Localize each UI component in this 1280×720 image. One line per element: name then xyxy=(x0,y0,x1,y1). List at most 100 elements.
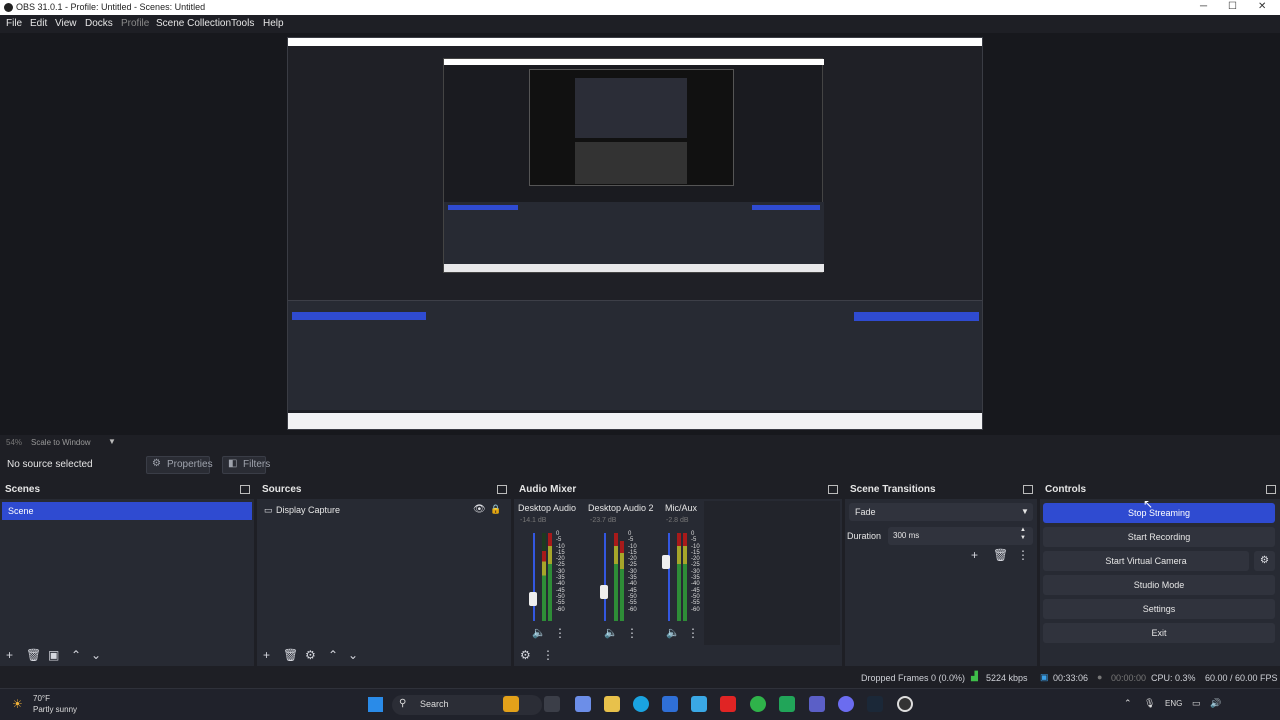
menu-tools[interactable]: Tools xyxy=(231,18,254,29)
app-icon-taskbar[interactable] xyxy=(691,696,707,712)
chrome-icon[interactable] xyxy=(750,696,766,712)
more-icon[interactable]: ⋮ xyxy=(554,627,566,639)
taskbar-search[interactable]: ⚲ Search xyxy=(392,695,542,715)
trash-icon[interactable]: 🗑 xyxy=(26,649,41,661)
speaker-icon[interactable]: 🔈 xyxy=(666,627,680,639)
gear-icon: ⚙ xyxy=(152,458,161,469)
lock-icon[interactable]: 🔒 xyxy=(490,504,501,515)
spin-down-icon[interactable]: ▼ xyxy=(1020,535,1026,541)
settings-button[interactable]: Settings xyxy=(1043,599,1275,619)
menu-file[interactable]: File xyxy=(6,18,22,29)
more-icon[interactable]: ⋮ xyxy=(542,649,554,661)
add-icon[interactable]: + xyxy=(6,649,13,661)
menu-edit[interactable]: Edit xyxy=(30,18,47,29)
duration-input[interactable]: 300 ms ▲ ▼ xyxy=(888,527,1033,545)
volume-fader[interactable] xyxy=(662,555,670,570)
speaker-icon[interactable]: 🔈 xyxy=(604,627,618,639)
status-bar: Dropped Frames 0 (0.0%) ▟ 5224 kbps ▣ 00… xyxy=(0,668,1280,688)
move-up-icon[interactable]: ⌃ xyxy=(71,649,81,661)
more-icon[interactable]: ⋮ xyxy=(626,627,638,639)
volume-icon[interactable]: 🔊 xyxy=(1210,698,1221,709)
task-view-icon[interactable] xyxy=(544,696,560,712)
language-indicator[interactable]: ENG xyxy=(1165,699,1182,708)
sources-panel: Sources ▭ Display Capture 👁 🔒 + 🗑 ⚙ ⌃ ⌄ xyxy=(257,481,511,666)
maximize-icon[interactable]: ☐ xyxy=(1228,1,1237,12)
filter-icon[interactable]: ▣ xyxy=(48,649,59,661)
db-tick-label: -60 xyxy=(628,606,637,613)
properties-button[interactable]: ⚙ Properties xyxy=(146,456,213,474)
gear-icon[interactable]: ⚙ xyxy=(1254,551,1275,571)
preview-display-capture xyxy=(287,37,983,430)
chevron-down-icon: ▼ xyxy=(1021,507,1029,516)
trash-icon[interactable]: 🗑 xyxy=(283,649,298,661)
display-icon[interactable]: ▭ xyxy=(1192,698,1201,709)
dock-icon[interactable] xyxy=(1266,485,1276,494)
advanced-audio-icon[interactable]: ⚙ xyxy=(520,649,531,661)
rec-time: 00:00:00 xyxy=(1111,673,1147,683)
folder-icon[interactable] xyxy=(604,696,620,712)
app-icon-taskbar[interactable] xyxy=(503,696,519,712)
source-item[interactable]: Display Capture xyxy=(276,505,340,515)
chevron-up-icon[interactable]: ⌃ xyxy=(1124,698,1132,709)
youtube-icon[interactable] xyxy=(720,696,736,712)
menu-view[interactable]: View xyxy=(55,18,77,29)
dock-icon[interactable] xyxy=(497,485,507,494)
weather-icon: ☀ xyxy=(12,697,23,711)
menu-profile[interactable]: Profile xyxy=(121,18,149,29)
dock-icon[interactable] xyxy=(240,485,250,494)
search-label: Search xyxy=(420,699,449,709)
speaker-icon[interactable]: 🔈 xyxy=(532,627,546,639)
dock-icon[interactable] xyxy=(828,485,838,494)
studio-mode-button[interactable]: Studio Mode xyxy=(1043,575,1275,595)
scale-mode-select[interactable]: Scale to Window xyxy=(31,438,91,447)
add-icon[interactable]: + xyxy=(971,549,978,561)
more-icon[interactable]: ⋮ xyxy=(1017,549,1029,561)
start-virtual-camera-button[interactable]: Start Virtual Camera xyxy=(1043,551,1249,571)
steam-icon[interactable] xyxy=(867,696,883,712)
gear-icon[interactable]: ⚙ xyxy=(305,649,316,661)
discord-icon[interactable] xyxy=(838,696,854,712)
weather-desc[interactable]: Partly sunny xyxy=(33,705,77,714)
start-recording-button[interactable]: Start Recording xyxy=(1043,527,1275,547)
move-down-icon[interactable]: ⌄ xyxy=(348,649,358,661)
teams-icon[interactable] xyxy=(809,696,825,712)
filters-button[interactable]: ◧ Filters xyxy=(222,456,270,474)
move-down-icon[interactable]: ⌄ xyxy=(91,649,101,661)
volume-meter xyxy=(542,551,546,621)
dropped-frames: Dropped Frames 0 (0.0%) xyxy=(861,673,966,683)
app-icon-taskbar[interactable] xyxy=(575,696,591,712)
chevron-down-icon[interactable]: ▼ xyxy=(108,437,116,446)
db-tick-label: -10 xyxy=(628,543,637,550)
db-tick-label: -10 xyxy=(691,543,700,550)
dock-icon[interactable] xyxy=(1023,485,1033,494)
menu-help[interactable]: Help xyxy=(263,18,284,29)
close-icon[interactable]: ✕ xyxy=(1258,1,1266,12)
transition-value: Fade xyxy=(855,507,876,517)
menu-scene-collection[interactable]: Scene Collection xyxy=(156,18,231,29)
menu-docks[interactable]: Docks xyxy=(85,18,113,29)
add-icon[interactable]: + xyxy=(263,649,270,661)
obs-taskbar-icon[interactable] xyxy=(897,696,913,712)
move-up-icon[interactable]: ⌃ xyxy=(328,649,338,661)
volume-fader[interactable] xyxy=(600,584,608,599)
windows-start-icon[interactable] xyxy=(368,697,383,712)
weather-temp[interactable]: 70°F xyxy=(33,694,50,703)
eye-icon[interactable]: 👁 xyxy=(473,504,486,515)
properties-label: Properties xyxy=(167,459,213,470)
controls-title: Controls xyxy=(1040,481,1280,499)
minimize-icon[interactable]: ─ xyxy=(1200,1,1207,12)
edge-icon[interactable] xyxy=(633,696,649,712)
transition-select[interactable]: Fade ▼ xyxy=(849,503,1033,521)
spin-up-icon[interactable]: ▲ xyxy=(1020,527,1026,533)
sheets-icon[interactable] xyxy=(779,696,795,712)
db-tick-label: -55 xyxy=(628,600,637,607)
store-icon[interactable] xyxy=(662,696,678,712)
exit-button[interactable]: Exit xyxy=(1043,623,1275,643)
mic-icon[interactable]: 🎙 xyxy=(1144,698,1155,709)
trash-icon[interactable]: 🗑 xyxy=(993,549,1008,561)
db-tick-label: -55 xyxy=(691,600,700,607)
more-icon[interactable]: ⋮ xyxy=(687,627,699,639)
scene-item[interactable]: Scene xyxy=(2,502,252,520)
stop-streaming-button[interactable]: Stop Streaming xyxy=(1043,503,1275,523)
volume-fader[interactable] xyxy=(529,592,537,607)
